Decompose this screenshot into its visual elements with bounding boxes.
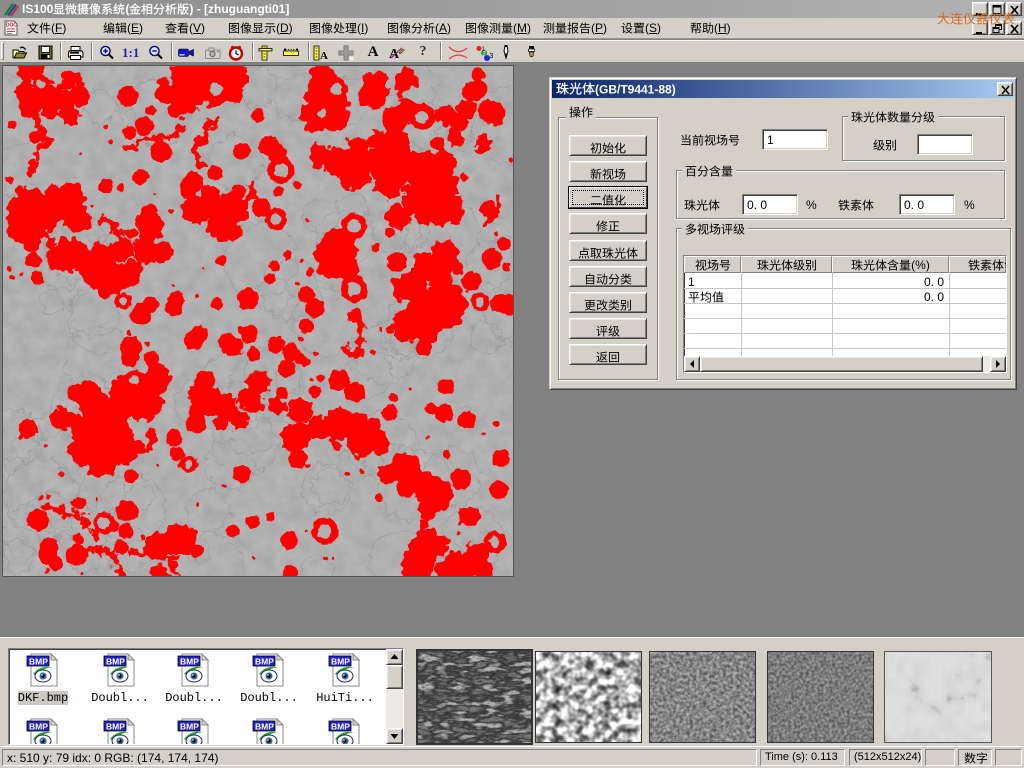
svg-text:DOC: DOC bbox=[6, 23, 17, 29]
svg-text:A: A bbox=[320, 50, 328, 61]
svg-text:3: 3 bbox=[490, 53, 494, 60]
